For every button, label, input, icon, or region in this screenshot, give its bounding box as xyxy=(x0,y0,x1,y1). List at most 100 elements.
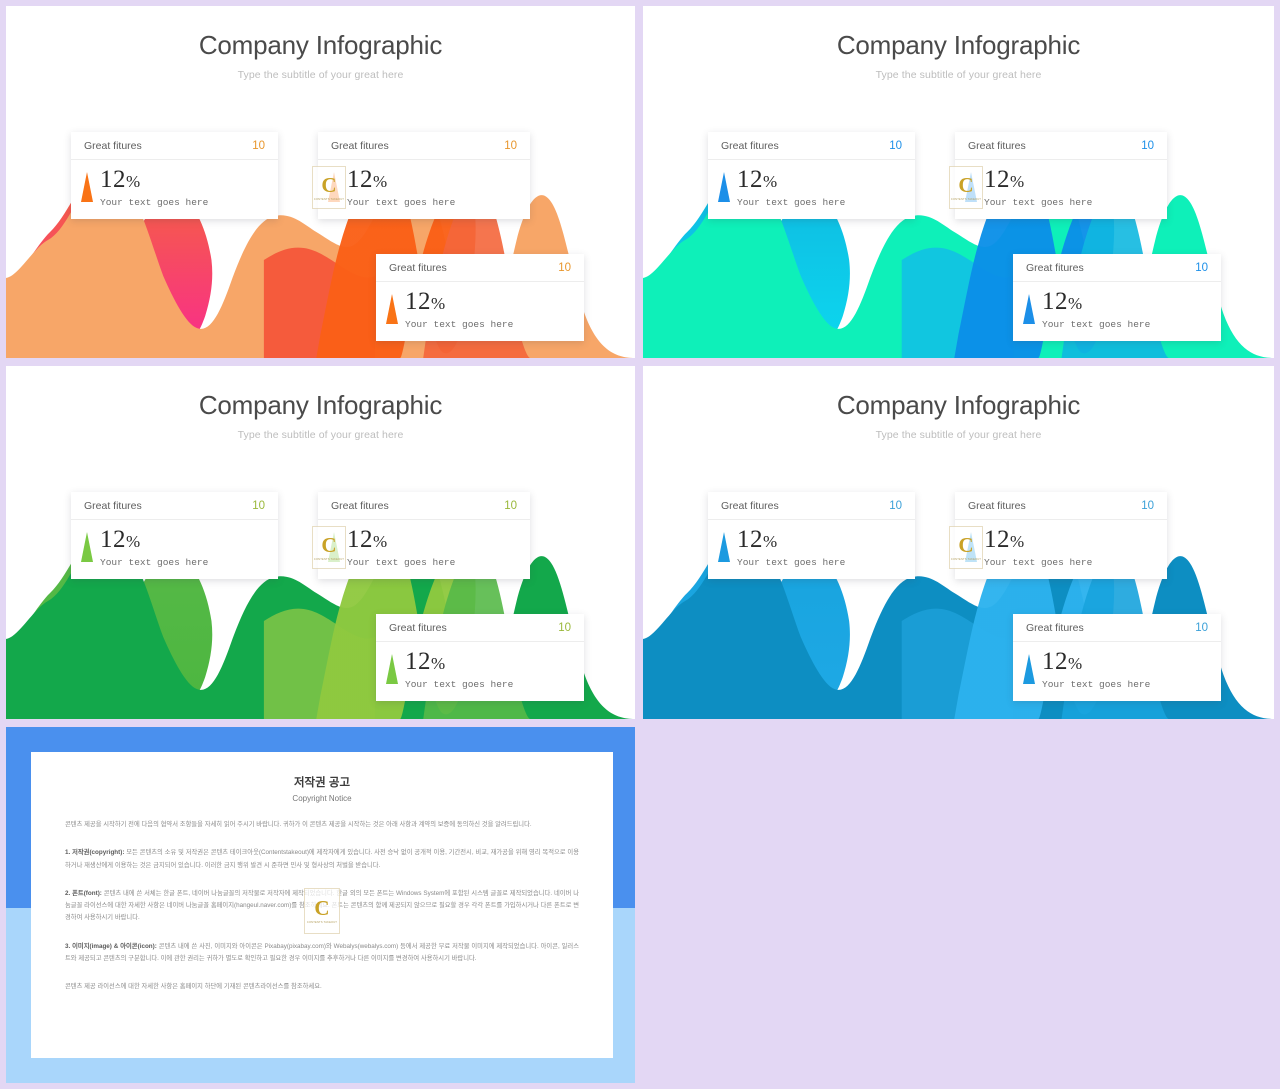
stat-card-label: Great fitures xyxy=(1026,622,1084,634)
trend-up-triangle-icon xyxy=(718,532,730,562)
stat-card-percent: 12% xyxy=(100,166,141,193)
stat-card-3[interactable]: Great fitures 10 12% Your text goes here xyxy=(1013,614,1221,702)
stat-card-header: Great fitures 10 xyxy=(318,132,530,160)
trend-up-triangle-icon xyxy=(718,172,730,202)
stat-card-count: 10 xyxy=(889,140,902,152)
stat-card-description: Your text goes here xyxy=(347,557,456,569)
stat-card-label: Great fitures xyxy=(84,500,142,512)
stat-card-label: Great fitures xyxy=(331,500,389,512)
stat-card-count: 10 xyxy=(504,140,517,152)
stat-card-description: Your text goes here xyxy=(405,679,514,691)
infographic-slide-slide-teal[interactable]: Company Infographic Type the subtitle of … xyxy=(643,6,1274,358)
stat-card-percent: 12% xyxy=(100,526,141,553)
stat-card-header: Great fitures 10 xyxy=(1013,614,1221,642)
stat-card-header: Great fitures 10 xyxy=(955,132,1167,160)
stat-card-header: Great fitures 10 xyxy=(708,132,915,160)
stat-card-percent: 12% xyxy=(347,526,388,553)
stat-card-1[interactable]: Great fitures 10 12% Your text goes here xyxy=(71,132,278,220)
stat-card-label: Great fitures xyxy=(721,140,779,152)
stat-card-2[interactable]: Great fitures 10 12% Your text goes here xyxy=(955,492,1167,580)
stat-card-3[interactable]: Great fitures 10 12% Your text goes here xyxy=(1013,254,1221,342)
copyright-section-1: 1. 저작권(copyright): 모든 콘텐츠의 소유 및 저작권은 콘텐츠… xyxy=(65,847,579,872)
stat-card-description: Your text goes here xyxy=(737,557,846,569)
stat-card-description: Your text goes here xyxy=(100,557,209,569)
stat-card-count: 10 xyxy=(504,500,517,512)
stat-card-percent: 12% xyxy=(405,288,446,315)
stat-card-body: 12% Your text goes here xyxy=(376,282,584,341)
copyright-section-2-heading: 2. 폰트(font): xyxy=(65,889,102,897)
stat-card-3[interactable]: Great fitures 10 12% Your text goes here xyxy=(376,614,584,702)
stat-card-description: Your text goes here xyxy=(984,197,1093,209)
stat-card-header: Great fitures 10 xyxy=(955,492,1167,520)
trend-up-triangle-icon xyxy=(386,294,398,324)
stat-card-percent: 12% xyxy=(984,526,1025,553)
stat-card-body: 12% Your text goes here xyxy=(708,520,915,579)
infographic-slide-slide-green[interactable]: Company Infographic Type the subtitle of … xyxy=(6,366,635,719)
infographic-slide-slide-orange[interactable]: Company Infographic Type the subtitle of … xyxy=(6,6,635,358)
copyright-title-en: Copyright Notice xyxy=(292,794,352,803)
trend-up-triangle-icon xyxy=(1023,294,1035,324)
stat-card-header: Great fitures 10 xyxy=(71,492,278,520)
trend-up-triangle-icon xyxy=(386,654,398,684)
trend-up-triangle-icon xyxy=(328,532,340,562)
stat-card-label: Great fitures xyxy=(389,262,447,274)
stat-card-body: 12% Your text goes here xyxy=(376,642,584,701)
stat-card-body: 12% Your text goes here xyxy=(71,520,278,579)
stat-card-percent: 12% xyxy=(737,166,778,193)
copyright-intro: 콘텐츠 제공을 시작하기 전에 다음의 협약서 조항들을 자세히 읽어 주시기 … xyxy=(65,821,532,828)
stat-card-label: Great fitures xyxy=(968,140,1026,152)
stat-card-label: Great fitures xyxy=(331,140,389,152)
stat-card-count: 10 xyxy=(1141,500,1154,512)
stat-card-count: 10 xyxy=(1195,622,1208,634)
infographic-slide-slide-blue[interactable]: Company Infographic Type the subtitle of … xyxy=(643,366,1274,719)
stat-card-1[interactable]: Great fitures 10 12% Your text goes here xyxy=(708,492,915,580)
stat-card-1[interactable]: Great fitures 10 12% Your text goes here xyxy=(708,132,915,220)
trend-up-triangle-icon xyxy=(965,172,977,202)
stat-card-header: Great fitures 10 xyxy=(376,254,584,282)
stat-card-1[interactable]: Great fitures 10 12% Your text goes here xyxy=(71,492,278,580)
slide-subtitle: Type the subtitle of your great here xyxy=(875,429,1042,441)
stat-card-label: Great fitures xyxy=(1026,262,1084,274)
stat-card-percent: 12% xyxy=(405,648,446,675)
stat-card-header: Great fitures 10 xyxy=(1013,254,1221,282)
stat-card-body: 12% Your text goes here xyxy=(1013,642,1221,701)
stat-card-percent: 12% xyxy=(1042,288,1083,315)
copyright-footer: 콘텐츠 제공 라이선스에 대한 자세한 사항은 홈페이지 하단에 기재된 콘텐츠… xyxy=(65,983,322,991)
trend-up-triangle-icon xyxy=(1023,654,1035,684)
stat-card-body: 12% Your text goes here xyxy=(708,160,915,219)
stat-card-2[interactable]: Great fitures 10 12% Your text goes here xyxy=(318,492,530,580)
slide-subtitle: Type the subtitle of your great here xyxy=(237,69,404,81)
stat-card-body: 12% Your text goes here xyxy=(318,520,530,579)
stat-card-description: Your text goes here xyxy=(1042,679,1151,691)
copyright-section-3-heading: 3. 이미지(image) & 아이콘(icon): xyxy=(65,942,157,950)
stat-card-label: Great fitures xyxy=(84,140,142,152)
copyright-slide: 저작권 공고 Copyright Notice 콘텐츠 제공을 시작하기 전에 … xyxy=(6,727,635,1083)
stat-card-description: Your text goes here xyxy=(737,197,846,209)
trend-up-triangle-icon xyxy=(81,172,93,202)
stat-card-percent: 12% xyxy=(984,166,1025,193)
stat-card-description: Your text goes here xyxy=(984,557,1093,569)
copyright-section-2-body: 콘텐츠 내에 쓴 서체는 한글 폰트, 네이버 나눔글꼴의 저작물로 저작자에 … xyxy=(65,889,580,922)
trend-up-triangle-icon xyxy=(81,532,93,562)
stat-card-count: 10 xyxy=(889,500,902,512)
stat-card-body: 12% Your text goes here xyxy=(318,160,530,219)
stat-card-percent: 12% xyxy=(347,166,388,193)
stat-card-count: 10 xyxy=(1195,262,1208,274)
stat-card-count: 10 xyxy=(558,262,571,274)
stat-card-label: Great fitures xyxy=(389,622,447,634)
trend-up-triangle-icon xyxy=(328,172,340,202)
slide-title: Company Infographic xyxy=(836,390,1081,420)
stat-card-description: Your text goes here xyxy=(347,197,456,209)
stat-card-body: 12% Your text goes here xyxy=(71,160,278,219)
stat-card-2[interactable]: Great fitures 10 12% Your text goes here xyxy=(318,132,530,220)
slide-subtitle: Type the subtitle of your great here xyxy=(875,69,1042,81)
slide-title: Company Infographic xyxy=(198,390,443,420)
stat-card-count: 10 xyxy=(252,140,265,152)
slide-title: Company Infographic xyxy=(198,30,443,60)
stat-card-description: Your text goes here xyxy=(1042,319,1151,331)
copyright-section-3: 3. 이미지(image) & 아이콘(icon): 콘텐츠 내에 쓴 사진, … xyxy=(65,941,579,966)
stat-card-description: Your text goes here xyxy=(100,197,209,209)
stat-card-body: 12% Your text goes here xyxy=(955,160,1167,219)
stat-card-3[interactable]: Great fitures 10 12% Your text goes here xyxy=(376,254,584,342)
stat-card-2[interactable]: Great fitures 10 12% Your text goes here xyxy=(955,132,1167,220)
